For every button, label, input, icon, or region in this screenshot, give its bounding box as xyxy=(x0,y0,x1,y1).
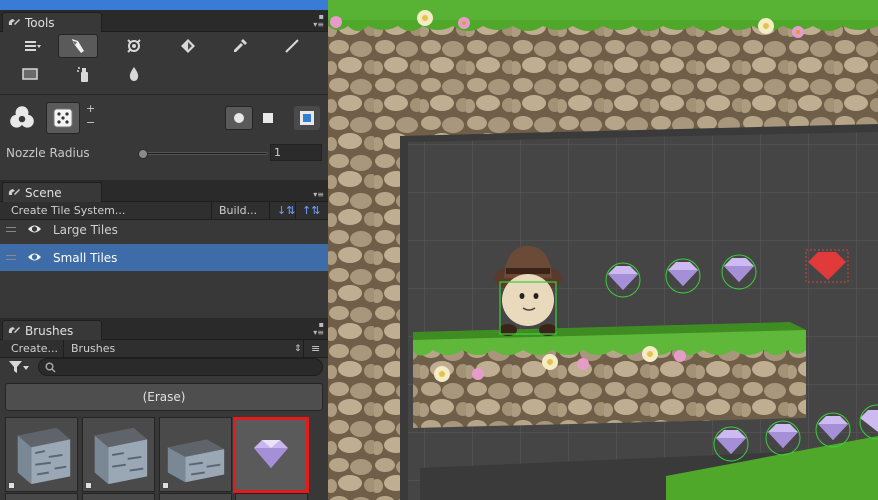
scene-tab-label: Scene xyxy=(25,185,62,200)
stone-block-brush-2[interactable] xyxy=(82,417,155,492)
chevron-updown-icon[interactable]: ⇕ xyxy=(289,340,303,358)
spray-icon[interactable] xyxy=(64,62,104,86)
drag-handle-icon[interactable] xyxy=(6,255,16,260)
flower xyxy=(472,368,484,380)
tools-tabbar: Tools ▪ ▾≡ xyxy=(0,10,328,32)
tile-system-row[interactable]: Small Tiles xyxy=(0,244,328,271)
brush-tile-partial[interactable] xyxy=(159,493,232,500)
list-menu-icon[interactable]: ≡ xyxy=(306,340,324,358)
dice-icon[interactable] xyxy=(46,102,80,134)
scene-tab-menu-icon[interactable]: ▾≡ xyxy=(313,183,324,199)
brush-badge-icon xyxy=(85,482,92,489)
tool-row-1 xyxy=(0,34,328,60)
brushes-tabbar: Brushes ▪ ▾≡ xyxy=(0,318,328,340)
brushes-tab-label: Brushes xyxy=(25,323,74,338)
tools-icon xyxy=(8,18,20,25)
tile-system-label: Large Tiles xyxy=(53,222,118,237)
nozzle-radius-label: Nozzle Radius xyxy=(6,146,90,160)
nozzle-radius-slider-thumb[interactable] xyxy=(138,149,148,159)
brush-tile-partial[interactable] xyxy=(82,493,155,500)
minus-label[interactable]: − xyxy=(86,116,95,129)
brush-badge-icon xyxy=(8,482,15,489)
rectangle-icon[interactable] xyxy=(10,62,50,86)
stone-block-brush[interactable] xyxy=(5,417,78,492)
fill-bucket-icon[interactable] xyxy=(168,34,208,58)
tile-system-row[interactable]: Large Tiles xyxy=(0,216,328,243)
scene-tabbar: Scene ▾≡ xyxy=(0,180,328,202)
brushes-toolbar: Create... Brushes ⇕ ≡ xyxy=(0,340,328,358)
eyedropper-icon[interactable] xyxy=(220,34,260,58)
fill-mode-icon[interactable] xyxy=(294,106,320,130)
search-icon xyxy=(45,362,56,373)
line-icon[interactable] xyxy=(272,34,312,58)
menu-icon[interactable] xyxy=(12,34,52,58)
stone-block-thumbnail xyxy=(83,418,154,491)
scene-tab[interactable]: Scene xyxy=(2,182,102,202)
flower xyxy=(330,16,342,28)
stone-block-thumbnail xyxy=(6,418,77,491)
eye-icon[interactable] xyxy=(27,251,42,263)
scene-icon xyxy=(8,188,20,195)
erase-button[interactable]: (Erase) xyxy=(5,383,323,411)
brush-badge-icon xyxy=(162,482,169,489)
square-shape-icon[interactable] xyxy=(255,106,281,130)
plus-label[interactable]: + xyxy=(86,102,95,115)
drop-icon[interactable] xyxy=(114,62,154,86)
eye-icon[interactable] xyxy=(27,223,42,235)
brushes-icon xyxy=(8,326,20,333)
brushes-tab-menu-icon[interactable]: ▪ ▾≡ xyxy=(313,321,324,337)
brush-tile-partial[interactable] xyxy=(5,493,78,500)
randomize-icon[interactable] xyxy=(114,34,154,58)
tools-separator xyxy=(0,94,328,95)
circle-shape-icon[interactable] xyxy=(225,106,253,130)
stone-block-brush-3[interactable] xyxy=(159,417,232,492)
tool-row-2 xyxy=(0,62,328,88)
purple-gem-brush[interactable] xyxy=(233,417,309,493)
brushes-tab[interactable]: Brushes xyxy=(2,320,102,340)
nozzle-radius-field[interactable]: 1 xyxy=(270,144,322,161)
drag-handle-icon[interactable] xyxy=(6,227,16,232)
brush-search-input[interactable] xyxy=(38,358,323,376)
editor-grid[interactable] xyxy=(408,132,878,500)
filter-icon[interactable] xyxy=(8,360,30,374)
create-brush-button[interactable]: Create... xyxy=(6,340,64,358)
brush-tile-partial[interactable] xyxy=(235,493,308,500)
shape-row: + − xyxy=(0,102,328,136)
tile-shape-icon[interactable] xyxy=(4,102,40,134)
nozzle-radius-slider[interactable] xyxy=(140,152,268,155)
flower xyxy=(577,358,589,370)
brushes-panel: Brushes ▪ ▾≡ Create... Brushes ⇕ ≡ (Erase… xyxy=(0,318,328,500)
tools-tab[interactable]: Tools xyxy=(2,12,102,32)
stone-block-thumbnail xyxy=(160,418,231,491)
tile-system-label: Small Tiles xyxy=(53,250,118,265)
tools-panel: Tools ▪ ▾≡ + − Nozzle Radius 1 xyxy=(0,10,328,180)
paint-brush-icon[interactable] xyxy=(58,34,98,58)
scene-panel: Scene ▾≡ Create Tile System... Build... … xyxy=(0,180,328,318)
scene-canvas[interactable] xyxy=(328,0,878,500)
tools-tab-menu-icon[interactable]: ▪ ▾≡ xyxy=(313,13,324,29)
gem-thumbnail xyxy=(236,420,306,490)
brush-category-dropdown[interactable]: Brushes xyxy=(66,340,304,358)
scene-view[interactable] xyxy=(328,0,878,500)
tools-tab-label: Tools xyxy=(25,15,55,30)
flower xyxy=(674,350,686,362)
editor-sidebar: Tools ▪ ▾≡ + − Nozzle Radius 1 Scene ▾≡ … xyxy=(0,0,328,500)
